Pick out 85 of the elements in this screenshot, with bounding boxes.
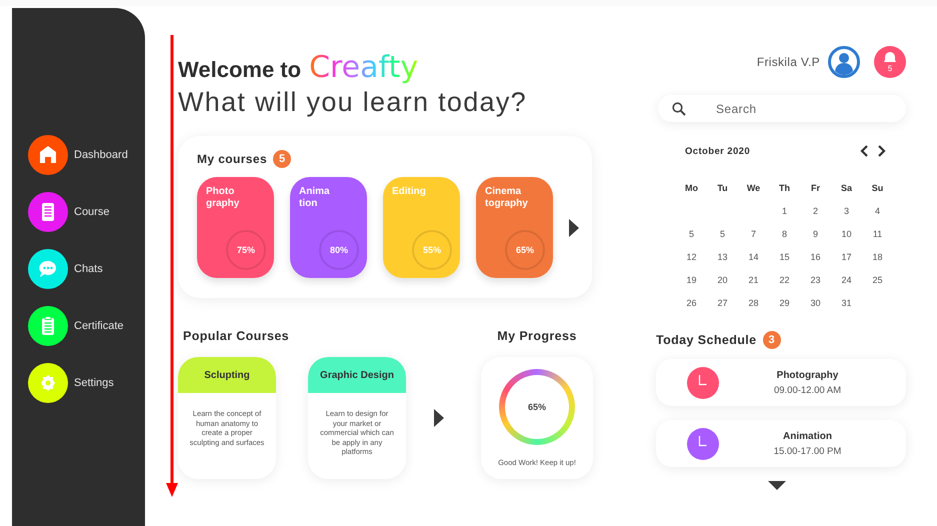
nav-item[interactable]: Dashboard — [74, 149, 128, 161]
progress-value: 65% — [505, 375, 569, 439]
progress-ring: 75% — [226, 230, 266, 270]
schedule-card[interactable]: Animation 15.00-17.00 PM — [656, 420, 906, 467]
nav-icon-circle[interactable] — [28, 363, 68, 403]
calendar-day[interactable]: 10 — [831, 228, 862, 238]
progress-ring: 80% — [319, 230, 359, 270]
nav-item[interactable]: Settings — [74, 377, 114, 389]
calendar-day[interactable]: 28 — [738, 298, 769, 308]
calendar-day[interactable]: 4 — [862, 206, 893, 216]
nav-icon-circle[interactable] — [28, 306, 68, 346]
schedule-card[interactable]: Photography 09.00-12.00 AM — [656, 359, 906, 406]
notification-count: 5 — [888, 64, 892, 72]
nav-item[interactable]: Course — [74, 206, 110, 218]
calendar-day[interactable]: 31 — [831, 298, 862, 308]
weekday-label: Su — [870, 182, 884, 192]
calendar-day[interactable]: 12 — [676, 252, 707, 262]
calendar-day[interactable]: 29 — [769, 298, 800, 308]
calendar-day[interactable]: 19 — [676, 274, 707, 284]
schedule-title: Animation — [783, 430, 832, 442]
calendar-day[interactable]: 9 — [800, 228, 831, 238]
calendar-day[interactable]: 14 — [738, 252, 769, 262]
nav-item[interactable]: Chats — [74, 263, 103, 275]
calendar-day[interactable]: 15 — [769, 252, 800, 262]
course-title: Editing — [392, 186, 427, 198]
calendar-day[interactable]: 22 — [769, 274, 800, 284]
calendar-day[interactable]: 20 — [707, 274, 738, 284]
course-card-header: Sclupting — [178, 357, 276, 393]
calendar-day[interactable]: 27 — [707, 298, 738, 308]
course-title: Anima tion — [299, 186, 331, 210]
calendar-day[interactable]: 24 — [831, 274, 862, 284]
calendar-day[interactable]: 26 — [676, 298, 707, 308]
calendar-day[interactable]: 7 — [738, 228, 769, 238]
count-badge: 3 — [762, 331, 781, 349]
weekday-label: We — [746, 182, 762, 192]
page-subtitle: What will you learn today? — [178, 87, 528, 118]
calendar-day[interactable]: 21 — [738, 274, 769, 284]
user-name: Friskila V.P — [756, 55, 820, 69]
calendar-day[interactable]: 2 — [800, 206, 831, 216]
weekday-label: Sa — [840, 182, 853, 192]
calendar-day[interactable]: 30 — [800, 298, 831, 308]
calendar-day[interactable]: 16 — [800, 252, 831, 262]
calendar-day[interactable]: 8 — [769, 228, 800, 238]
schedule-title: Photography — [776, 370, 838, 380]
search-field[interactable]: Search — [658, 95, 906, 122]
nav-item[interactable]: Certificate — [74, 320, 124, 332]
weekday-label: Th — [778, 182, 791, 192]
schedule-time: 09.00-12.00 AM — [774, 384, 842, 396]
weekday-label: Mo — [684, 182, 699, 192]
calendar-day[interactable]: 5 — [707, 228, 738, 238]
section-title: Popular Courses — [182, 329, 290, 343]
count-badge: 5 — [273, 150, 292, 168]
course-tile[interactable]: Anima tion 80% — [290, 177, 367, 278]
weekday-label: Fr — [810, 182, 821, 192]
next-arrow-icon — [434, 409, 444, 427]
nav-icon-circle[interactable] — [28, 249, 68, 289]
search-icon — [672, 102, 686, 116]
progress-ring: 65% — [505, 230, 545, 270]
calendar-day[interactable]: 17 — [831, 252, 862, 262]
section-title: My courses — [197, 152, 268, 166]
calendar-day[interactable]: 18 — [862, 252, 893, 262]
calendar-day[interactable]: 25 — [862, 274, 893, 284]
course-title: Cinema tography — [485, 186, 529, 210]
progress-ring: 55% — [412, 230, 452, 270]
calendar-month: October 2020 — [685, 146, 750, 156]
next-arrow-icon — [569, 218, 579, 236]
chevron-right-icon — [876, 145, 886, 157]
nav-icon-circle[interactable] — [28, 135, 68, 175]
calendar-day[interactable]: 3 — [831, 206, 862, 216]
calendar-day[interactable]: 13 — [707, 252, 738, 262]
section-title: My Progress — [497, 329, 577, 343]
weekday-label: Tu — [716, 182, 729, 192]
course-title: Photo graphy — [206, 186, 240, 210]
nav-icon-circle[interactable] — [28, 192, 68, 232]
course-card-header: Graphic Design — [308, 357, 406, 393]
avatar-icon — [828, 46, 860, 78]
calendar-day[interactable]: 1 — [769, 206, 800, 216]
section-title: Today Schedule — [656, 333, 757, 347]
chevron-left-icon — [860, 145, 870, 157]
calendar-day[interactable]: 5 — [676, 228, 707, 238]
calendar-day[interactable]: 23 — [800, 274, 831, 284]
calendar-day[interactable]: 11 — [862, 228, 893, 238]
welcome-heading: Welcome to — [178, 57, 302, 83]
schedule-time: 15.00-17.00 PM — [774, 446, 842, 456]
expand-arrow-icon — [768, 481, 786, 490]
